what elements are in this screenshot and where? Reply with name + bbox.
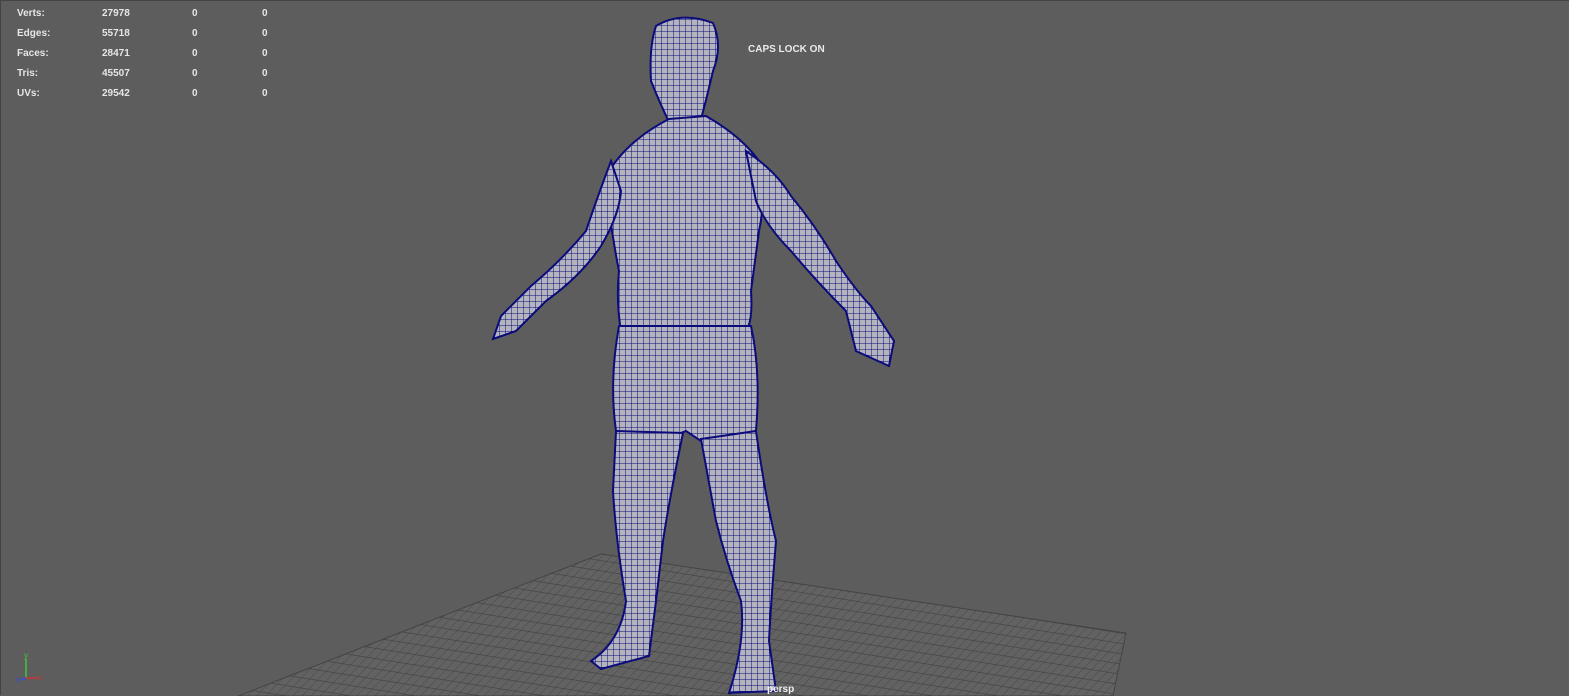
axis-x-label: x <box>38 673 42 682</box>
hud-label: Verts: <box>17 7 45 19</box>
torso <box>604 114 764 332</box>
shorts <box>612 325 759 443</box>
hud-selected: 0 <box>192 67 198 79</box>
hud-row-verts: Verts: 27978 0 0 <box>17 3 302 23</box>
poly-count-hud: Verts: 27978 0 0 Edges: 55718 0 0 Faces: 28471 0… <box>17 3 302 103</box>
hud-total: 28471 <box>102 47 130 59</box>
hud-total: 29542 <box>102 87 130 99</box>
axis-y-label: y <box>24 651 28 660</box>
hud-component: 0 <box>262 67 268 79</box>
hud-total: 27978 <box>102 7 130 19</box>
right-arm <box>744 148 896 368</box>
hud-selected: 0 <box>192 87 198 99</box>
scene <box>237 16 1127 696</box>
3d-viewport[interactable]: Verts: 27978 0 0 Edges: 55718 0 0 Faces: 28471 0… <box>0 0 1569 696</box>
hud-selected: 0 <box>192 47 198 59</box>
hud-total: 55718 <box>102 27 130 39</box>
hud-component: 0 <box>262 87 268 99</box>
caps-lock-indicator: CAPS LOCK ON <box>748 44 825 55</box>
hud-row-faces: Faces: 28471 0 0 <box>17 43 302 63</box>
hud-row-uvs: UVs: 29542 0 0 <box>17 83 302 103</box>
hud-label: Edges: <box>17 27 51 39</box>
hud-selected: 0 <box>192 27 198 39</box>
axis-z-label: z <box>15 675 19 684</box>
left-arm <box>491 158 623 341</box>
hud-label: Tris: <box>17 67 39 79</box>
camera-name-label: persp <box>767 684 795 695</box>
hud-row-tris: Tris: 45507 0 0 <box>17 63 302 83</box>
axis-gizmo-icon: y x z <box>15 651 42 684</box>
hud-component: 0 <box>262 7 268 19</box>
hud-row-edges: Edges: 55718 0 0 <box>17 23 302 43</box>
hud-component: 0 <box>262 47 268 59</box>
hud-component: 0 <box>262 27 268 39</box>
hud-total: 45507 <box>102 67 130 79</box>
head <box>649 16 719 128</box>
hud-label: UVs: <box>17 87 40 99</box>
hud-selected: 0 <box>192 7 198 19</box>
hud-label: Faces: <box>17 47 49 59</box>
